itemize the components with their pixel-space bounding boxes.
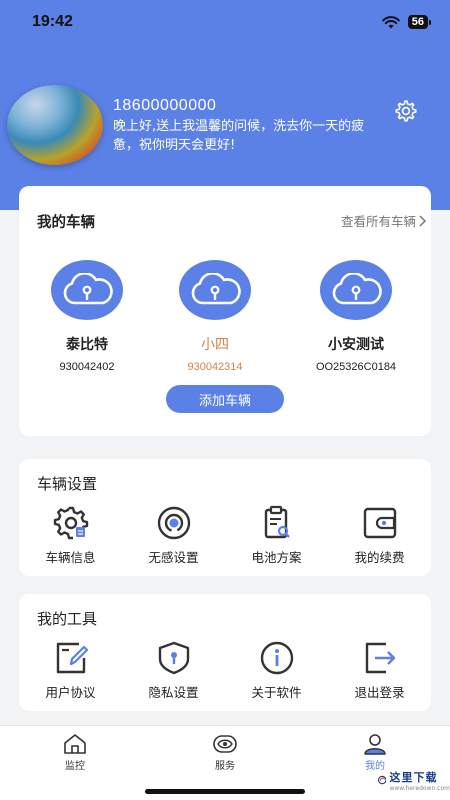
battery-indicator: 56: [407, 15, 432, 29]
chevron-right-icon: [419, 214, 427, 227]
my-vehicles-card: 我的车辆 查看所有车辆 泰比特 930042402 小四 930042314 小…: [19, 186, 431, 436]
eye-icon: [213, 735, 237, 753]
wallet-icon: [363, 507, 396, 539]
battery-plan-clipboard-icon: [264, 505, 290, 539]
wifi-icon: [381, 15, 400, 28]
vehicle-info-label: 车辆信息: [45, 550, 96, 565]
vehicle-item[interactable]: 小安测试 OO25326C0184: [291, 260, 421, 373]
vehicle-item-active[interactable]: 小四 930042314: [150, 260, 280, 373]
my-renewal-button[interactable]: 我的续费: [328, 505, 431, 566]
user-phone: 18600000000: [113, 97, 217, 114]
logout-button[interactable]: 退出登录: [328, 640, 431, 701]
watermark: 这里下载 www.heredown.com: [378, 762, 450, 798]
user-icon: [364, 734, 386, 755]
view-all-vehicles-link[interactable]: 查看所有车辆: [341, 211, 427, 230]
cloud-lock-icon: [320, 260, 392, 320]
add-vehicle-button[interactable]: 添加车辆: [166, 385, 284, 413]
home-icon: [64, 734, 86, 754]
privacy-shield-icon: [158, 641, 189, 675]
user-agreement-button[interactable]: 用户协议: [19, 640, 122, 701]
user-agreement-label: 用户协议: [45, 685, 96, 700]
vehicle-id: 930042402: [59, 361, 115, 373]
tab-monitor-label: 监控: [65, 761, 85, 772]
vehicle-name: 小四: [201, 337, 229, 353]
vehicle-settings-card: 车辆设置 车辆信息 无感设置 电池方案 我的续费: [19, 459, 431, 576]
cloud-lock-icon: [179, 260, 251, 320]
my-tools-card: 我的工具 用户协议 隐私设置 关于软件 退出登录: [19, 594, 431, 711]
home-indicator: [145, 789, 305, 794]
privacy-settings-label: 隐私设置: [148, 685, 199, 700]
vehicle-settings-title: 车辆设置: [37, 475, 98, 493]
watermark-url: www.heredown.com: [389, 784, 450, 792]
edit-document-icon: [56, 642, 88, 674]
watermark-text: 这里下载: [389, 770, 438, 784]
battery-plan-button[interactable]: 电池方案: [225, 505, 328, 566]
sensorless-settings-button[interactable]: 无感设置: [122, 505, 225, 566]
watermark-logo-icon: [378, 775, 387, 785]
my-renewal-label: 我的续费: [354, 550, 405, 565]
sensorless-settings-label: 无感设置: [148, 550, 199, 565]
status-time: 19:42: [32, 13, 73, 30]
status-bar: 19:42 56: [0, 0, 450, 44]
greeting-text: 晚上好,送上我温馨的问候，洗去你一天的疲惫，祝你明天会更好!: [113, 119, 365, 153]
vehicle-item[interactable]: 泰比特 930042402: [22, 260, 152, 373]
tab-service-label: 服务: [215, 761, 235, 772]
vehicle-id: OO25326C0184: [315, 361, 397, 373]
logout-label: 退出登录: [354, 685, 405, 700]
view-all-label: 查看所有车辆: [340, 214, 416, 229]
about-software-label: 关于软件: [251, 685, 302, 700]
sensorless-icon: [157, 506, 190, 540]
vehicle-id: 930042314: [187, 361, 243, 373]
avatar[interactable]: [7, 85, 103, 165]
my-tools-title: 我的工具: [37, 610, 98, 628]
my-vehicles-title: 我的车辆: [37, 215, 95, 231]
cloud-lock-icon: [51, 260, 123, 320]
vehicle-info-gear-icon: [53, 506, 88, 540]
settings-gear-icon[interactable]: [394, 99, 418, 123]
vehicle-info-button[interactable]: 车辆信息: [19, 505, 122, 566]
battery-plan-label: 电池方案: [251, 550, 302, 565]
privacy-settings-button[interactable]: 隐私设置: [122, 640, 225, 701]
tab-monitor[interactable]: 监控: [0, 726, 150, 800]
about-software-button[interactable]: 关于软件: [225, 640, 328, 701]
vehicle-name: 小安测试: [328, 337, 384, 353]
info-icon: [260, 641, 293, 675]
vehicle-name: 泰比特: [66, 337, 108, 353]
logout-icon: [365, 642, 395, 674]
status-icons: 56: [381, 15, 432, 29]
